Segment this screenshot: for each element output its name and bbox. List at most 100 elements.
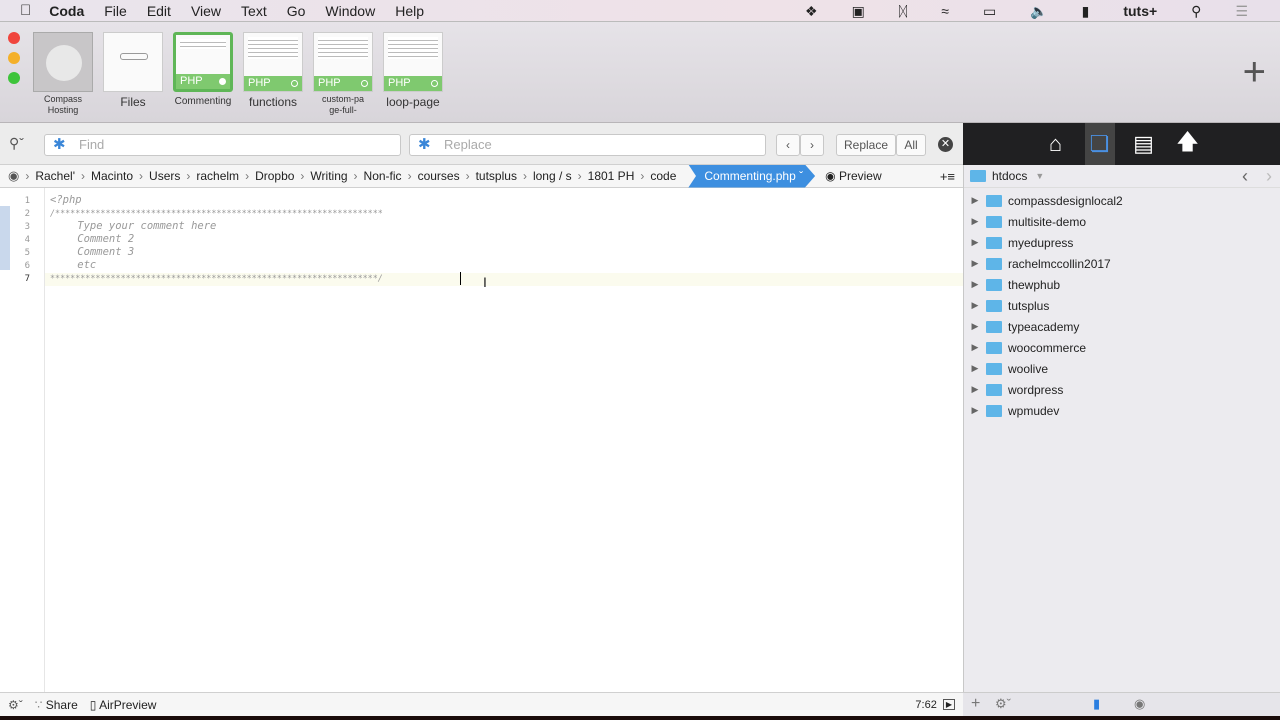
folder-item[interactable]: ▶ wpmudev [964, 400, 1280, 421]
close-find-button[interactable]: ✕ [938, 137, 953, 152]
zoom-window-button[interactable] [8, 72, 20, 84]
status-bar: ⚙ˇ ∵ Share ▯ AirPreview 7:62 ▶ [0, 692, 963, 716]
regex-icon: ✱ [53, 136, 66, 153]
globe-icon [33, 32, 93, 92]
code-line: Type your comment here [52, 220, 217, 232]
menu-app[interactable]: Coda [49, 3, 84, 19]
code-line: Comment 3 [52, 246, 135, 258]
folder-item[interactable]: ▶ wordpress [964, 379, 1280, 400]
preview-button[interactable]: ◉ Preview [825, 169, 882, 183]
volume-icon[interactable]: 🔈 [1030, 3, 1047, 20]
folder-item[interactable]: ▶ myedupress [964, 232, 1280, 253]
eye-icon[interactable]: ◉ [8, 168, 19, 184]
find-bar: ⚲ˇ ✱ Find ✱ Replace ‹ › Replace All [0, 123, 963, 165]
gear-icon[interactable]: ⚙ˇ [8, 698, 23, 712]
folder-item[interactable]: ▶ woocommerce [964, 337, 1280, 358]
replace-all-button[interactable]: All [896, 134, 926, 156]
wifi-icon[interactable]: ≈ [941, 3, 949, 19]
find-input[interactable]: ✱ Find [44, 134, 401, 156]
spotlight-icon[interactable]: ⚲ [1191, 3, 1201, 20]
dropbox-icon[interactable]: ❖ [805, 3, 818, 20]
tab-functions[interactable]: PHP functions [242, 32, 304, 108]
crumb[interactable]: Dropbo [255, 169, 294, 183]
camera-icon[interactable]: ▣ [852, 3, 865, 20]
share-icon: ∵ [34, 697, 43, 712]
crumb[interactable]: code [650, 169, 676, 183]
play-icon[interactable]: ▶ [942, 699, 955, 710]
folder-item[interactable]: ▶ thewphub [964, 274, 1280, 295]
replace-button[interactable]: Replace [836, 134, 896, 156]
notification-icon[interactable]: ☰ [1235, 3, 1248, 20]
code-editor[interactable]: 1 2 3 4 5 6 7 <?php /*******************… [0, 188, 963, 692]
remote-files-icon[interactable]: ◉ [1134, 696, 1145, 712]
battery-icon[interactable]: ▮ [1082, 3, 1090, 20]
folder-item[interactable]: ▶ typeacademy [964, 316, 1280, 337]
breadcrumb: ◉ › Rachel' › Macinto › Users › rachelm › Dr… [0, 164, 963, 188]
folder-icon [986, 215, 1002, 228]
menu-window[interactable]: Window [325, 3, 375, 19]
current-file-crumb[interactable]: Commenting.php ˇ [688, 164, 816, 188]
back-icon[interactable]: ‹ [1242, 166, 1248, 187]
folder-item[interactable]: ▶ woolive [964, 358, 1280, 379]
bluetooth-icon[interactable]: ᛞ [899, 3, 907, 19]
code-line: etc [52, 259, 97, 271]
sidebar-status-bar: + ⚙ˇ ▮ ◉ [963, 692, 1280, 716]
airpreview-button[interactable]: ▯ AirPreview [90, 698, 157, 712]
replace-input[interactable]: ✱ Replace [409, 134, 766, 156]
folder-item[interactable]: ▶ tutsplus [964, 295, 1280, 316]
find-next-button[interactable]: › [800, 134, 824, 156]
menu-help[interactable]: Help [395, 3, 424, 19]
folder-icon [986, 341, 1002, 354]
menu-text[interactable]: Text [241, 3, 267, 19]
add-tab-button[interactable]: + [1243, 52, 1266, 92]
sites-bar: Compass Hosting Files PHP Commenting PHP… [0, 22, 1280, 123]
gear-icon[interactable]: ⚙ˇ [995, 696, 1011, 712]
sidebar-toolbar: ⌂ ❏ ▤ 🡅 [963, 123, 1280, 165]
menu-view[interactable]: View [191, 3, 221, 19]
share-button[interactable]: ∵ Share [35, 698, 78, 712]
folder-icon [986, 404, 1002, 417]
tab-commenting[interactable]: PHP Commenting [172, 32, 234, 107]
eye-icon: ◉ [825, 169, 836, 183]
code-line: ****************************************… [50, 273, 383, 283]
files-icon[interactable]: ❏ [1084, 123, 1115, 165]
crumb[interactable]: Users [149, 169, 180, 183]
crumb[interactable]: Non-fic [364, 169, 402, 183]
publish-arrow-icon[interactable]: 🡅 [1173, 123, 1203, 165]
folder-icon [986, 383, 1002, 396]
crumb[interactable]: Rachel' [35, 169, 75, 183]
crumb[interactable]: 1801 PH [588, 169, 635, 183]
crumb[interactable]: tutsplus [476, 169, 517, 183]
find-previous-button[interactable]: ‹ [776, 134, 800, 156]
document-icon[interactable]: ▤ [1129, 123, 1159, 165]
menu-edit[interactable]: Edit [147, 3, 171, 19]
menu-go[interactable]: Go [287, 3, 306, 19]
tab-custom-page-full[interactable]: PHP custom-page-full- [312, 32, 374, 116]
home-icon[interactable]: ⌂ [1041, 123, 1071, 165]
user-menu[interactable]: tuts+ [1123, 3, 1157, 19]
folder-header[interactable]: htdocs ▼ ‹ › [964, 165, 1280, 188]
airplay-icon[interactable]: ▭ [983, 3, 996, 20]
site-compass-hosting[interactable]: Compass Hosting [32, 32, 94, 116]
code-line: <?php [50, 194, 82, 206]
folder-item[interactable]: ▶ compassdesignlocal2 [964, 190, 1280, 211]
menu-file[interactable]: File [104, 3, 127, 19]
crumb[interactable]: courses [418, 169, 460, 183]
close-window-button[interactable] [8, 32, 20, 44]
forward-icon[interactable]: › [1266, 166, 1272, 187]
tab-loop-page[interactable]: PHP loop-page [382, 32, 444, 108]
add-split-icon[interactable]: +≡ [940, 169, 955, 184]
folder-item[interactable]: ▶ rachelmccollin2017 [964, 253, 1280, 274]
crumb[interactable]: Macinto [91, 169, 133, 183]
minimize-window-button[interactable] [8, 52, 20, 64]
local-files-icon[interactable]: ▮ [1093, 696, 1100, 712]
crumb[interactable]: long / s [533, 169, 572, 183]
crumb[interactable]: Writing [310, 169, 347, 183]
folder-icon [986, 362, 1002, 375]
crumb[interactable]: rachelm [196, 169, 239, 183]
folder-item[interactable]: ▶ multisite-demo [964, 211, 1280, 232]
site-files[interactable]: Files [102, 32, 164, 108]
add-icon[interactable]: + [971, 695, 980, 713]
search-options-icon[interactable]: ⚲ˇ [9, 135, 24, 152]
apple-icon[interactable]:  [20, 2, 31, 19]
